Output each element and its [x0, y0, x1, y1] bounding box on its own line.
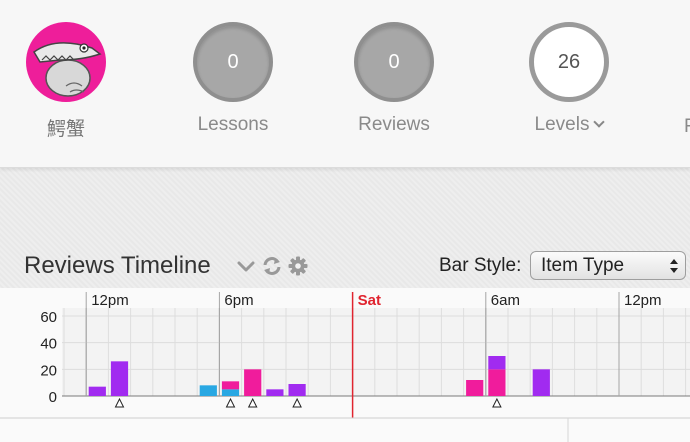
- levels-nav[interactable]: 26 Levels: [504, 22, 634, 136]
- reviews-timeline-chart: 0 20 40 60 12pm 6pm Sat 6am 12pm: [0, 288, 690, 442]
- lessons-nav[interactable]: 0 Lessons: [168, 22, 298, 136]
- bar-segment-kanji: [488, 369, 506, 396]
- dashboard-header: 鰐蟹 0 Lessons 0 Reviews 26 Levels F: [0, 0, 690, 168]
- levels-dropdown[interactable]: Levels: [504, 114, 634, 136]
- lessons-count-circle[interactable]: 0: [193, 22, 273, 102]
- bar-segment-vocab: [266, 389, 284, 396]
- reviews-nav[interactable]: 0 Reviews: [329, 22, 459, 136]
- bar-segment-kanji: [221, 381, 240, 390]
- lessons-count: 0: [227, 50, 239, 73]
- y-tick-label: 0: [49, 389, 57, 406]
- reviews-count-circle[interactable]: 0: [354, 22, 434, 102]
- y-tick-label: 20: [40, 362, 57, 379]
- reviews-count: 0: [388, 50, 400, 73]
- bar-segment-vocab: [288, 384, 306, 396]
- plot-area: [62, 308, 690, 396]
- now-label: Sat: [358, 292, 381, 309]
- bar-style-value: Item Type: [541, 255, 625, 276]
- bar-style-label: Bar Style:: [439, 255, 522, 276]
- bar-segment-radical: [199, 385, 217, 396]
- chevron-down-icon[interactable]: [236, 256, 256, 276]
- chevron-down-icon: [593, 116, 606, 128]
- refresh-icon[interactable]: [261, 255, 283, 277]
- x-tick-label: 12pm: [624, 292, 662, 309]
- bar-segment-radical: [221, 389, 240, 396]
- bar-segment-vocab: [110, 361, 129, 396]
- bar-segment-vocab: [88, 386, 106, 396]
- y-tick-label: 40: [40, 336, 57, 353]
- select-arrows-icon: [670, 259, 678, 273]
- user-avatar[interactable]: [26, 22, 106, 102]
- x-tick-label: 6pm: [224, 292, 253, 309]
- reviews-timeline-title: Reviews Timeline: [24, 252, 211, 279]
- timeline-controls: [236, 255, 308, 277]
- lessons-label: Lessons: [197, 114, 269, 135]
- gear-icon[interactable]: [288, 256, 308, 276]
- bar-segment-vocab: [488, 356, 506, 370]
- alligator-avatar-image: [33, 42, 102, 97]
- y-tick-label: 60: [40, 309, 57, 326]
- bar-segment-kanji: [244, 369, 262, 396]
- levels-label: Levels: [534, 114, 590, 135]
- username-label: 鰐蟹: [46, 119, 85, 140]
- bar-segment-kanji: [466, 380, 484, 396]
- levels-count-circle[interactable]: 26: [529, 22, 609, 102]
- levels-count: 26: [557, 50, 581, 73]
- x-tick-label: 12pm: [91, 292, 129, 309]
- x-tick-label: 6am: [491, 292, 520, 309]
- user-profile[interactable]: 鰐蟹: [1, 22, 131, 141]
- next-nav-label-clipped[interactable]: F: [684, 116, 690, 138]
- bar-segment-vocab: [532, 369, 550, 396]
- bar-style-select[interactable]: Item Type: [530, 251, 686, 280]
- reviews-label: Reviews: [358, 114, 430, 135]
